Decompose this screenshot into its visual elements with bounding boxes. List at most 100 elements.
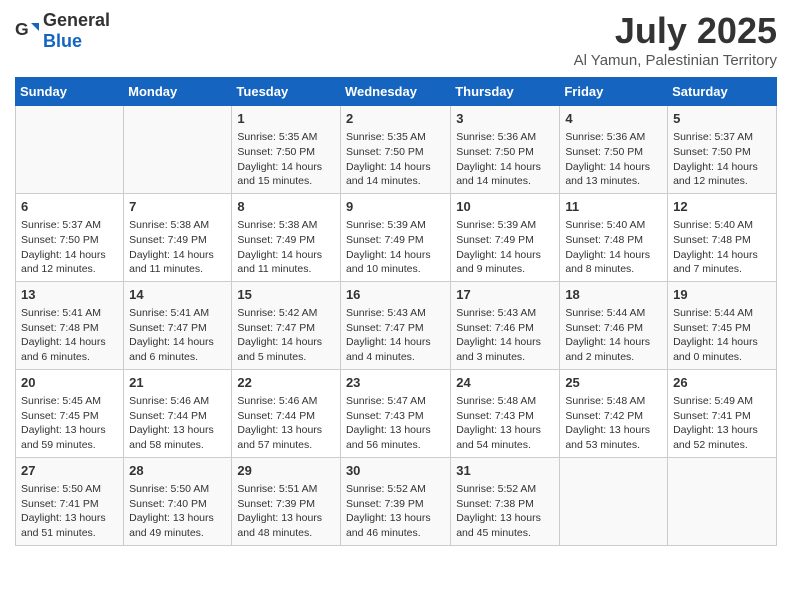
day-info: Sunrise: 5:49 AM Sunset: 7:41 PM Dayligh… (673, 394, 771, 453)
day-number: 22 (237, 374, 335, 392)
calendar-cell: 11 Sunrise: 5:40 AM Sunset: 7:48 PM Dayli… (560, 193, 668, 281)
day-number: 11 (565, 198, 662, 216)
day-number: 9 (346, 198, 445, 216)
calendar-table: SundayMondayTuesdayWednesdayThursdayFrid… (15, 77, 777, 546)
calendar-cell: 30Sunrise: 5:52 AM Sunset: 7:39 PM Dayli… (340, 457, 450, 545)
calendar-week-row: 13Sunrise: 5:41 AM Sunset: 7:48 PM Dayli… (16, 281, 777, 369)
calendar-week-row: 20 Sunrise: 5:45 AM Sunset: 7:45 PM Dayli… (16, 369, 777, 457)
calendar-cell: 2 Sunrise: 5:35 AM Sunset: 7:50 PM Daylig… (340, 106, 450, 194)
day-info: Sunrise: 5:36 AM Sunset: 7:50 PM Dayligh… (565, 130, 662, 189)
day-info: Sunrise: 5:46 AM Sunset: 7:44 PM Dayligh… (129, 394, 226, 453)
calendar-week-row: 27Sunrise: 5:50 AM Sunset: 7:41 PM Dayli… (16, 457, 777, 545)
day-info: Sunrise: 5:43 AM Sunset: 7:46 PM Dayligh… (456, 306, 554, 365)
calendar-cell: 31Sunrise: 5:52 AM Sunset: 7:38 PM Dayli… (451, 457, 560, 545)
day-info: Sunrise: 5:44 AM Sunset: 7:46 PM Dayligh… (565, 306, 662, 365)
day-number: 21 (129, 374, 226, 392)
calendar-cell: 3 Sunrise: 5:36 AM Sunset: 7:50 PM Daylig… (451, 106, 560, 194)
calendar-cell: 29 Sunrise: 5:51 AM Sunset: 7:39 PM Dayli… (232, 457, 341, 545)
day-info: Sunrise: 5:52 AM Sunset: 7:38 PM Dayligh… (456, 482, 554, 541)
day-info: Sunrise: 5:40 AM Sunset: 7:48 PM Dayligh… (673, 218, 771, 277)
day-info: Sunrise: 5:48 AM Sunset: 7:42 PM Dayligh… (565, 394, 662, 453)
day-number: 18 (565, 286, 662, 304)
day-number: 27 (21, 462, 118, 480)
header-saturday: Saturday (668, 78, 777, 106)
header-thursday: Thursday (451, 78, 560, 106)
calendar-cell: 1Sunrise: 5:35 AM Sunset: 7:50 PM Daylig… (232, 106, 341, 194)
day-number: 12 (673, 198, 771, 216)
day-info: Sunrise: 5:35 AM Sunset: 7:50 PM Dayligh… (346, 130, 445, 189)
calendar-cell: 23 Sunrise: 5:47 AM Sunset: 7:43 PM Dayli… (340, 369, 450, 457)
day-number: 2 (346, 110, 445, 128)
day-number: 7 (129, 198, 226, 216)
day-number: 6 (21, 198, 118, 216)
day-number: 30 (346, 462, 445, 480)
calendar-week-row: 1 Sunrise: 5:35 AM Sunset: 7:50 PM Daylig… (16, 106, 777, 194)
logo-icon: G (15, 19, 39, 43)
calendar-cell: 28Sunrise: 5:50 AM Sunset: 7:40 PM Dayli… (124, 457, 232, 545)
day-info: Sunrise: 5:39 AM Sunset: 7:49 PM Dayligh… (346, 218, 445, 277)
day-number: 14 (129, 286, 226, 304)
day-number: 19 (673, 286, 771, 304)
calendar-cell: 4 Sunrise: 5:36 AM Sunset: 7:50 PM Daylig… (560, 106, 668, 194)
svg-text:G: G (15, 19, 29, 39)
day-number: 5 (673, 110, 771, 128)
calendar-cell: 13Sunrise: 5:41 AM Sunset: 7:48 PM Dayli… (16, 281, 124, 369)
day-number: 16 (346, 286, 445, 304)
day-number: 20 (21, 374, 118, 392)
calendar-cell: 22Sunrise: 5:46 AM Sunset: 7:44 PM Dayli… (232, 369, 341, 457)
day-number: 25 (565, 374, 662, 392)
header-tuesday: Tuesday (232, 78, 341, 106)
day-number: 24 (456, 374, 554, 392)
calendar-cell: 14 Sunrise: 5:41 AM Sunset: 7:47 PM Dayli… (124, 281, 232, 369)
logo-blue: Blue (43, 31, 82, 51)
calendar-cell: 24 Sunrise: 5:48 AM Sunset: 7:43 PM Dayli… (451, 369, 560, 457)
day-info: Sunrise: 5:41 AM Sunset: 7:47 PM Dayligh… (129, 306, 226, 365)
day-info: Sunrise: 5:40 AM Sunset: 7:48 PM Dayligh… (565, 218, 662, 277)
calendar-cell (668, 457, 777, 545)
logo-general: General (43, 10, 110, 30)
calendar-cell: 9 Sunrise: 5:39 AM Sunset: 7:49 PM Daylig… (340, 193, 450, 281)
calendar-header-row: SundayMondayTuesdayWednesdayThursdayFrid… (16, 78, 777, 106)
calendar-week-row: 6 Sunrise: 5:37 AM Sunset: 7:50 PM Daylig… (16, 193, 777, 281)
page-header: G General Blue July 2025 Al Yamun, Pales… (15, 10, 777, 69)
calendar-cell: 17 Sunrise: 5:43 AM Sunset: 7:46 PM Dayli… (451, 281, 560, 369)
day-info: Sunrise: 5:48 AM Sunset: 7:43 PM Dayligh… (456, 394, 554, 453)
calendar-cell: 7 Sunrise: 5:38 AM Sunset: 7:49 PM Daylig… (124, 193, 232, 281)
calendar-cell (560, 457, 668, 545)
calendar-cell: 21 Sunrise: 5:46 AM Sunset: 7:44 PM Dayli… (124, 369, 232, 457)
calendar-cell (124, 106, 232, 194)
day-info: Sunrise: 5:36 AM Sunset: 7:50 PM Dayligh… (456, 130, 554, 189)
calendar-cell: 10 Sunrise: 5:39 AM Sunset: 7:49 PM Dayli… (451, 193, 560, 281)
day-number: 4 (565, 110, 662, 128)
calendar-cell: 27Sunrise: 5:50 AM Sunset: 7:41 PM Dayli… (16, 457, 124, 545)
day-info: Sunrise: 5:47 AM Sunset: 7:43 PM Dayligh… (346, 394, 445, 453)
day-number: 10 (456, 198, 554, 216)
day-info: Sunrise: 5:37 AM Sunset: 7:50 PM Dayligh… (21, 218, 118, 277)
calendar-cell: 15 Sunrise: 5:42 AM Sunset: 7:47 PM Dayli… (232, 281, 341, 369)
day-info: Sunrise: 5:50 AM Sunset: 7:40 PM Dayligh… (129, 482, 226, 541)
header-wednesday: Wednesday (340, 78, 450, 106)
day-info: Sunrise: 5:42 AM Sunset: 7:47 PM Dayligh… (237, 306, 335, 365)
subtitle: Al Yamun, Palestinian Territory (574, 52, 777, 69)
day-info: Sunrise: 5:51 AM Sunset: 7:39 PM Dayligh… (237, 482, 335, 541)
calendar-cell: 18 Sunrise: 5:44 AM Sunset: 7:46 PM Dayli… (560, 281, 668, 369)
day-number: 3 (456, 110, 554, 128)
day-info: Sunrise: 5:43 AM Sunset: 7:47 PM Dayligh… (346, 306, 445, 365)
title-area: July 2025 Al Yamun, Palestinian Territor… (574, 10, 777, 69)
calendar-cell: 12 Sunrise: 5:40 AM Sunset: 7:48 PM Dayli… (668, 193, 777, 281)
day-info: Sunrise: 5:45 AM Sunset: 7:45 PM Dayligh… (21, 394, 118, 453)
day-number: 15 (237, 286, 335, 304)
day-info: Sunrise: 5:39 AM Sunset: 7:49 PM Dayligh… (456, 218, 554, 277)
day-number: 29 (237, 462, 335, 480)
calendar-cell: 26Sunrise: 5:49 AM Sunset: 7:41 PM Dayli… (668, 369, 777, 457)
day-info: Sunrise: 5:38 AM Sunset: 7:49 PM Dayligh… (129, 218, 226, 277)
calendar-cell: 5 Sunrise: 5:37 AM Sunset: 7:50 PM Daylig… (668, 106, 777, 194)
day-number: 1 (237, 110, 335, 128)
day-number: 23 (346, 374, 445, 392)
day-info: Sunrise: 5:41 AM Sunset: 7:48 PM Dayligh… (21, 306, 118, 365)
day-info: Sunrise: 5:37 AM Sunset: 7:50 PM Dayligh… (673, 130, 771, 189)
day-number: 17 (456, 286, 554, 304)
logo: G General Blue (15, 10, 110, 52)
calendar-cell: 25 Sunrise: 5:48 AM Sunset: 7:42 PM Dayli… (560, 369, 668, 457)
calendar-cell: 16 Sunrise: 5:43 AM Sunset: 7:47 PM Dayli… (340, 281, 450, 369)
